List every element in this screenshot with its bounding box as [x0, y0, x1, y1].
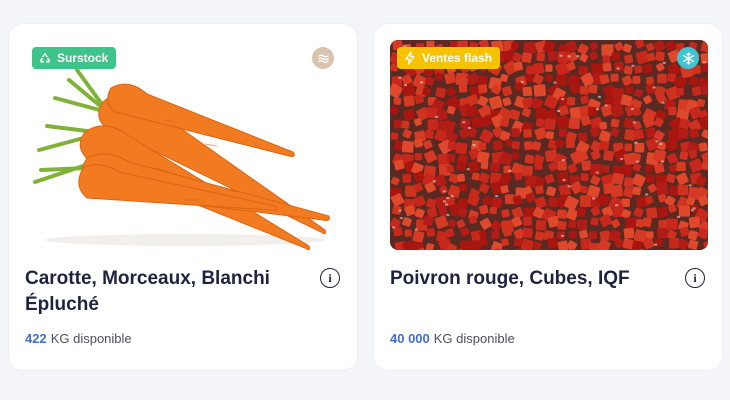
- snowflake-icon: [677, 47, 699, 69]
- lightning-icon: [405, 51, 415, 65]
- waves-icon: [312, 47, 334, 69]
- recycle-icon: [40, 52, 50, 63]
- quantity-value: 422: [25, 331, 47, 346]
- quantity-unit: KG disponible: [433, 331, 515, 346]
- available-quantity: 40 000 KG disponible: [390, 331, 515, 346]
- info-icon[interactable]: i: [685, 268, 705, 288]
- product-title[interactable]: Carotte, Morceaux, Blanchi Épluché: [25, 266, 295, 318]
- product-card-red-pepper[interactable]: Ventes flash Poivron rouge, Cubes, IQF i…: [374, 24, 722, 370]
- product-card-carrot[interactable]: Surstock Carotte, Morceaux, Blanchi Éplu…: [9, 24, 357, 370]
- badge-label: Surstock: [57, 51, 109, 65]
- product-grid: Surstock Carotte, Morceaux, Blanchi Éplu…: [9, 24, 722, 370]
- quantity-value: 40 000: [390, 331, 430, 346]
- product-image-carrot: [25, 40, 343, 250]
- badge-label: Ventes flash: [422, 51, 493, 65]
- available-quantity: 422 KG disponible: [25, 331, 132, 346]
- badge-ventes-flash: Ventes flash: [397, 47, 501, 69]
- info-icon[interactable]: i: [320, 268, 340, 288]
- product-title[interactable]: Poivron rouge, Cubes, IQF: [390, 266, 660, 292]
- badge-surstock: Surstock: [32, 47, 117, 69]
- quantity-unit: KG disponible: [50, 331, 132, 346]
- product-image-red-pepper: [390, 40, 708, 250]
